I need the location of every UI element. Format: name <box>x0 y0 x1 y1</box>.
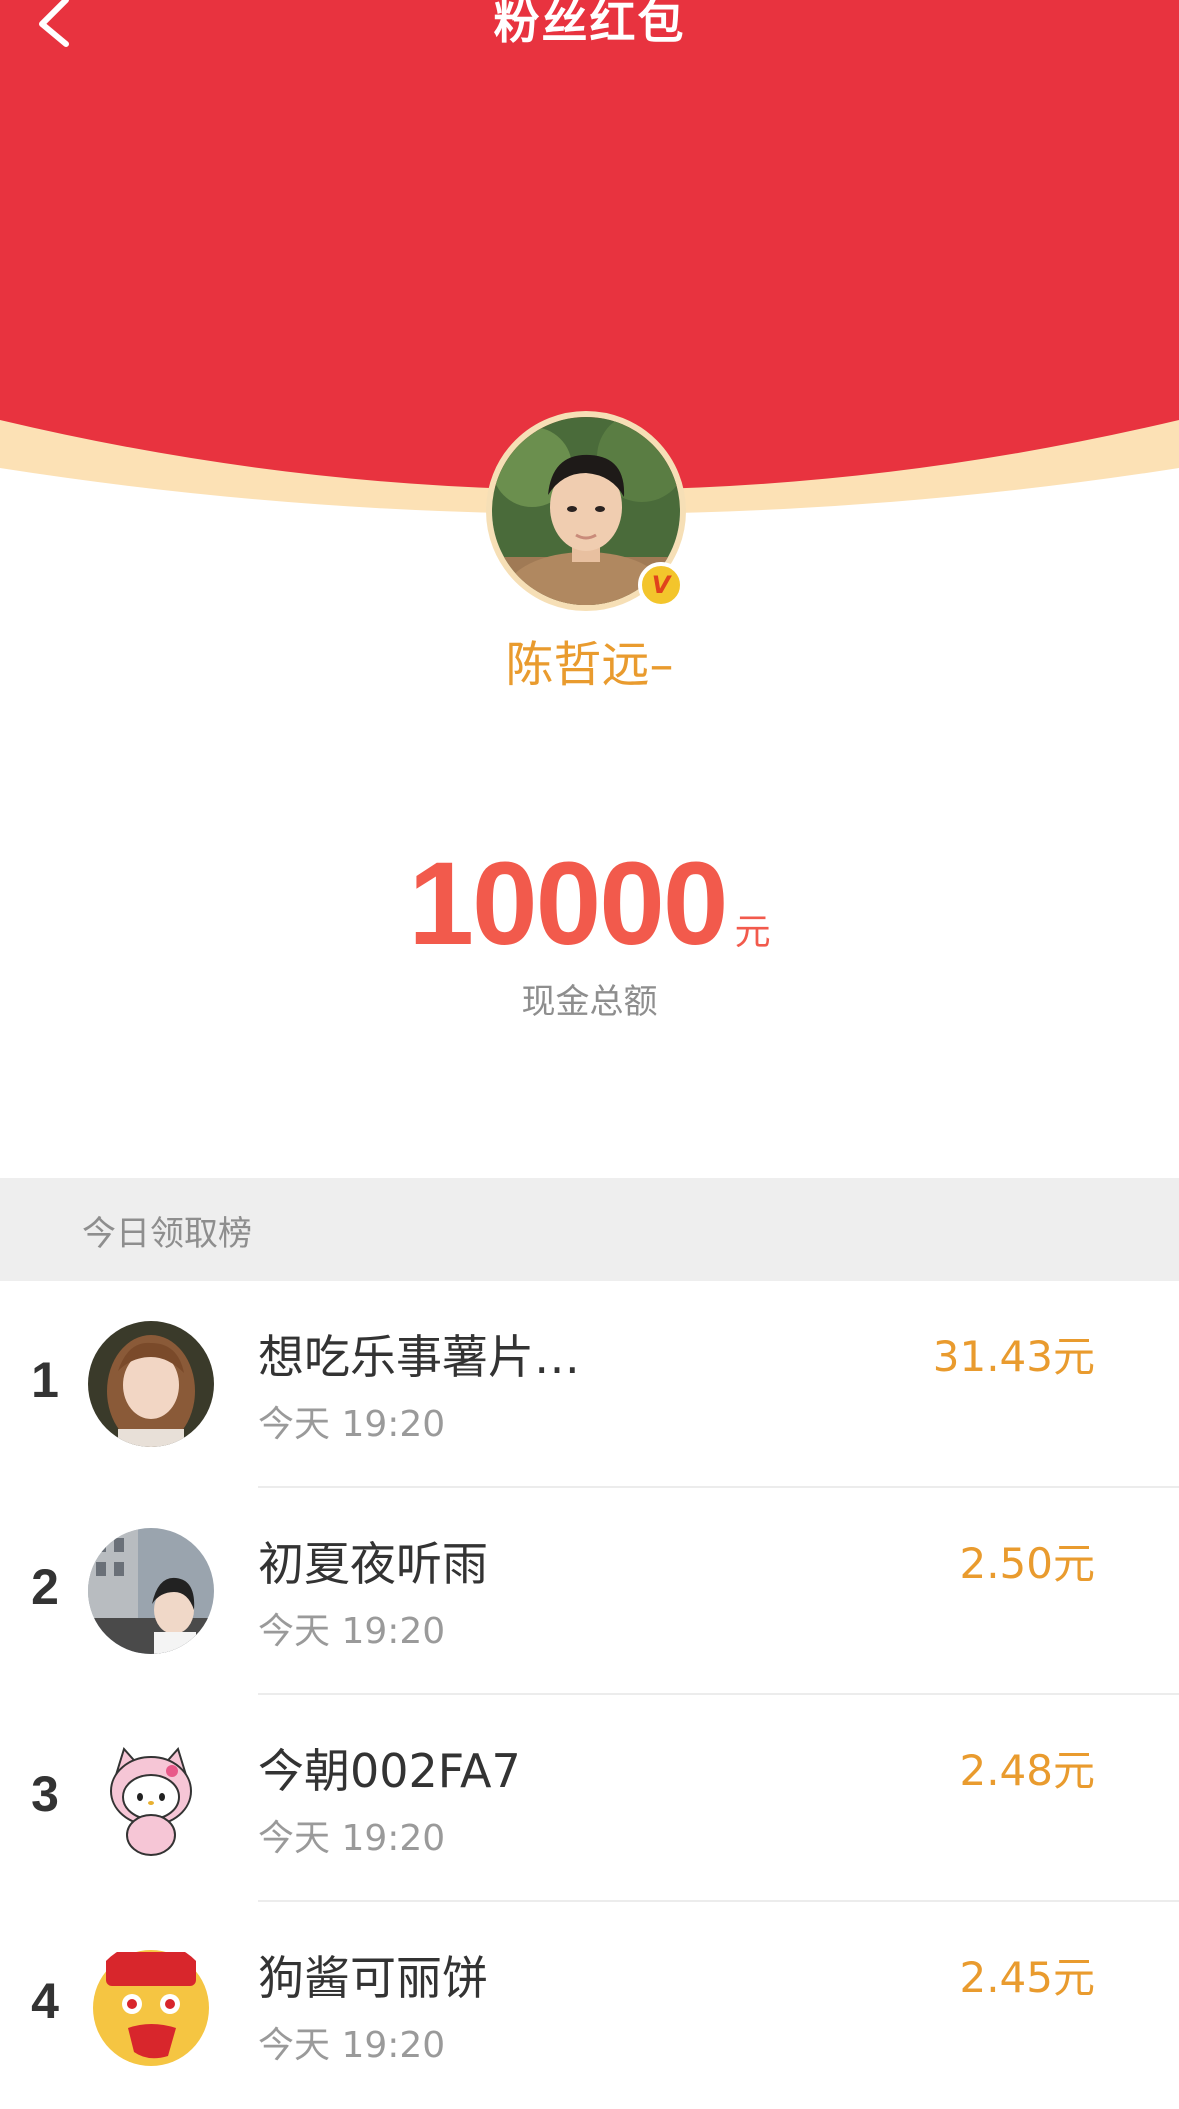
received-amount: 2.48元 <box>959 1746 1095 1795</box>
recipient-name: 想吃乐事薯片… <box>258 1330 580 1384</box>
leaderboard-row[interactable]: 1 想吃乐事薯片… 今天 19:20 31.43元 <box>0 1281 1179 1488</box>
avatar[interactable] <box>88 1528 214 1654</box>
total-amount: 10000 元 <box>0 845 1179 963</box>
rank-number: 2 <box>31 1559 59 1615</box>
leaderboard-title: 今日领取榜 <box>82 1214 252 1254</box>
received-time: 今天 19:20 <box>258 1818 446 1859</box>
rank-number: 3 <box>31 1766 59 1822</box>
avatar-image <box>88 1735 214 1861</box>
received-amount: 2.50元 <box>959 1539 1095 1588</box>
total-amount-unit: 元 <box>734 912 771 953</box>
avatar[interactable] <box>88 1942 214 2068</box>
rank-number: 4 <box>31 1973 59 2029</box>
verified-badge-label: V <box>651 571 671 599</box>
total-amount-caption: 现金总额 <box>521 982 658 1022</box>
avatar-image <box>88 1942 214 2068</box>
received-amount: 31.43元 <box>932 1332 1095 1381</box>
avatar[interactable] <box>88 1321 214 1447</box>
leaderboard-row[interactable]: 3 今朝002FA7 今天 19:20 2.48元 <box>0 1695 1179 1902</box>
avatar-image <box>88 1321 214 1447</box>
page-title: 粉丝红包 <box>493 0 686 49</box>
leaderboard-row[interactable]: 2 初夏夜听雨 今天 19:20 2.50元 <box>0 1488 1179 1695</box>
leaderboard-row[interactable]: 4 狗酱可丽饼 今天 19:20 2.45元 <box>0 1902 1179 2109</box>
received-time: 今天 19:20 <box>258 2025 446 2066</box>
sender-name[interactable]: 陈哲远– <box>0 625 1179 695</box>
recipient-name: 今朝002FA7 <box>258 1744 521 1798</box>
recipient-name: 初夏夜听雨 <box>258 1537 488 1591</box>
leaderboard-header: 今日领取榜 <box>0 1178 1179 1281</box>
rank-number: 1 <box>31 1352 59 1408</box>
received-time: 今天 19:20 <box>258 1404 446 1445</box>
avatar[interactable] <box>88 1735 214 1861</box>
received-time: 今天 19:20 <box>258 1611 446 1652</box>
verified-badge-icon: V <box>638 562 684 608</box>
total-amount-value: 10000 <box>408 838 728 970</box>
avatar-image <box>88 1528 214 1654</box>
recipient-name: 狗酱可丽饼 <box>258 1951 488 2005</box>
received-amount: 2.45元 <box>959 1953 1095 2002</box>
